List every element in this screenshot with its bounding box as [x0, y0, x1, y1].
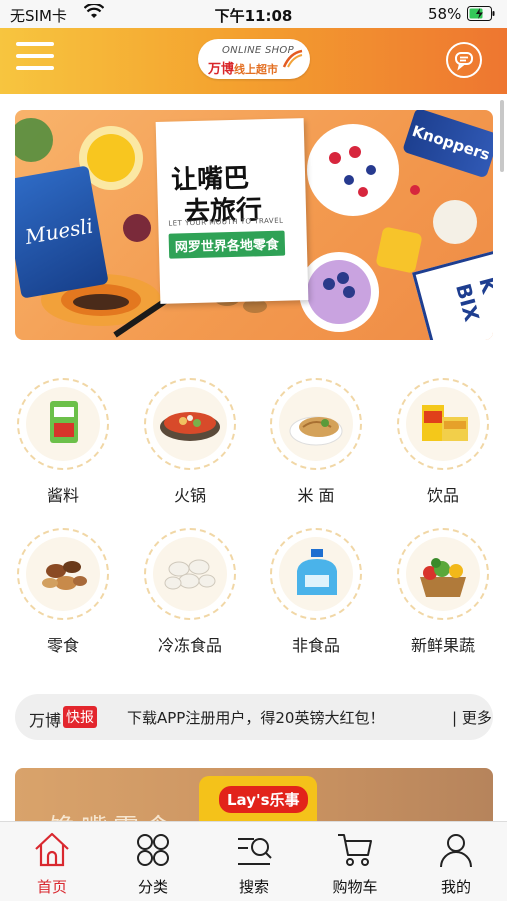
logo-chinese-text: 万博线上超市 [208, 58, 278, 77]
chat-bubble-icon [455, 52, 473, 71]
tab-label: 首页 [36, 878, 67, 896]
brand-logo[interactable]: ONLINE SHOP 万博线上超市 [198, 39, 310, 79]
lays-label: Lay's乐事 [219, 786, 308, 813]
category-icon-frame [144, 378, 236, 470]
category-icon-frame [397, 378, 489, 470]
category-label: 酱料 [46, 486, 79, 505]
tab-label: 搜索 [238, 878, 269, 896]
tab-label: 我的 [440, 878, 471, 896]
sauce-icon [26, 387, 100, 461]
drinks-icon [406, 387, 480, 461]
category-icon-frame [270, 528, 362, 620]
banner-subtitle-en: LET YOUR MOUTH TO TRAVEL [168, 216, 284, 228]
category-label: 新鲜果蔬 [410, 636, 475, 655]
detergent-icon [279, 537, 353, 611]
dumplings-icon [153, 537, 227, 611]
news-headline[interactable]: 下载APP注册用户，得20英镑大红包！ [127, 707, 384, 728]
news-badge: 快报 [63, 706, 97, 728]
category-icon-frame [17, 528, 109, 620]
battery-percent: 58% [428, 5, 462, 23]
category-frozen-food[interactable]: 冷冻食品 [135, 528, 245, 656]
cart-icon [338, 834, 372, 866]
promo-banner-carousel[interactable]: Muesli Knoppers K BIX 让嘴巴 去旅行 LET YOUR M… [15, 110, 493, 340]
category-icon-frame [17, 378, 109, 470]
swoosh-icon [282, 49, 303, 68]
tab-profile[interactable]: 我的 [416, 830, 496, 897]
logo-suffix: 线上超市 [234, 63, 279, 76]
profile-icon [440, 834, 472, 868]
fruit-basket-icon [406, 537, 480, 611]
tab-cart[interactable]: 购物车 [315, 830, 395, 897]
snacks-promo-banner[interactable]: 馋嘴零食 Lay's乐事 [15, 768, 493, 828]
category-label: 火锅 [173, 486, 206, 505]
category-drinks[interactable]: 饮品 [388, 378, 498, 506]
category-label: 冷冻食品 [157, 636, 222, 655]
scroll-indicator [500, 100, 504, 172]
snacks-icon [26, 537, 100, 611]
bottom-tab-bar: 首页 分类 搜索 购物车 我的 [0, 821, 507, 901]
home-icon [35, 832, 69, 867]
category-icon-frame [144, 528, 236, 620]
category-hotpot[interactable]: 火锅 [135, 378, 245, 506]
status-bar: 无SIM卡 下午11:08 58% [0, 0, 507, 28]
category-non-food[interactable]: 非食品 [261, 528, 371, 656]
category-icon [137, 834, 169, 866]
category-label: 零食 [46, 636, 79, 655]
tab-label: 分类 [137, 878, 168, 896]
category-icon-frame [397, 528, 489, 620]
message-button[interactable] [446, 42, 482, 78]
tab-label: 购物车 [332, 878, 378, 896]
battery-charging-icon [467, 6, 495, 21]
news-more-link[interactable]: | 更多 [452, 707, 492, 728]
category-label: 饮品 [426, 486, 459, 505]
hamburger-line [16, 66, 54, 70]
muesli-label: Muesli [23, 213, 95, 250]
search-icon [238, 838, 272, 865]
banner-tag: 网罗世界各地零食 [168, 230, 286, 259]
tab-home[interactable]: 首页 [12, 830, 92, 897]
kbix-label: K BIX [451, 274, 493, 324]
hamburger-icon [16, 42, 54, 46]
hamburger-line [16, 54, 54, 58]
logo-brand: 万博 [208, 62, 235, 77]
category-label: 米 面 [297, 486, 335, 505]
menu-button[interactable] [16, 42, 54, 76]
news-ticker[interactable]: 万博 快报 下载APP注册用户，得20英镑大红包！ | 更多 [15, 694, 493, 740]
app-header: ONLINE SHOP 万博线上超市 [0, 28, 507, 94]
tab-search[interactable]: 搜索 [214, 830, 294, 897]
banner-note-card: 让嘴巴 去旅行 LET YOUR MOUTH TO TRAVEL 网罗世界各地零… [155, 118, 309, 304]
category-snacks[interactable]: 零食 [8, 528, 118, 656]
hotpot-icon [153, 387, 227, 461]
tab-category[interactable]: 分类 [113, 830, 193, 897]
category-sauce[interactable]: 酱料 [8, 378, 118, 506]
category-label: 非食品 [291, 636, 340, 655]
category-icon-frame [270, 378, 362, 470]
news-brand: 万博 [29, 711, 62, 730]
noodles-icon [279, 387, 353, 461]
category-fresh-produce[interactable]: 新鲜果蔬 [388, 528, 498, 656]
category-rice-noodles[interactable]: 米 面 [261, 378, 371, 506]
